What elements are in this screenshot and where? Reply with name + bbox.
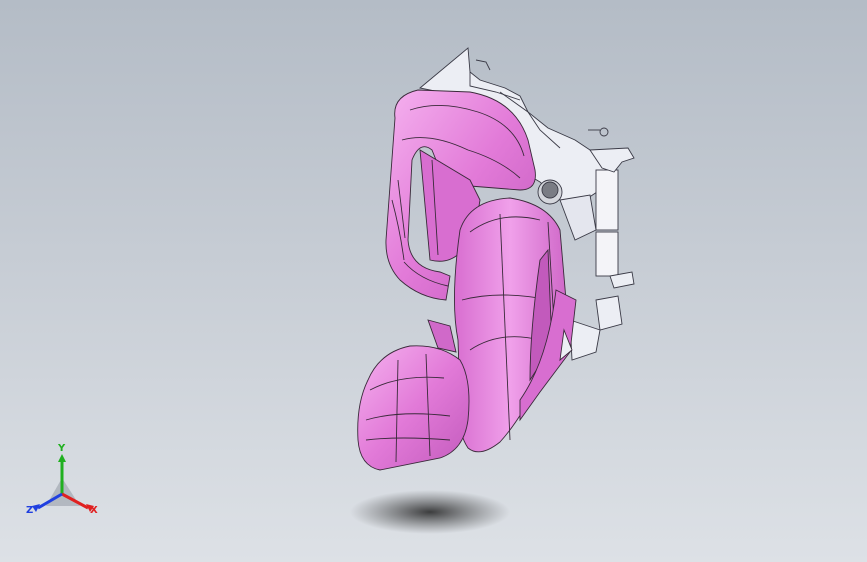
axis-z-label: Z [26, 505, 34, 516]
graphics-viewport[interactable]: Y X Z [0, 0, 867, 562]
ground-shadow [350, 490, 510, 534]
view-orientation-triad[interactable]: Y X Z [24, 444, 104, 524]
axis-y-label: Y [58, 443, 66, 454]
headrest[interactable] [357, 319, 470, 471]
seat-cushion[interactable] [453, 197, 577, 453]
seat-model-3d[interactable] [0, 0, 867, 562]
axis-x-label: X [90, 505, 98, 516]
